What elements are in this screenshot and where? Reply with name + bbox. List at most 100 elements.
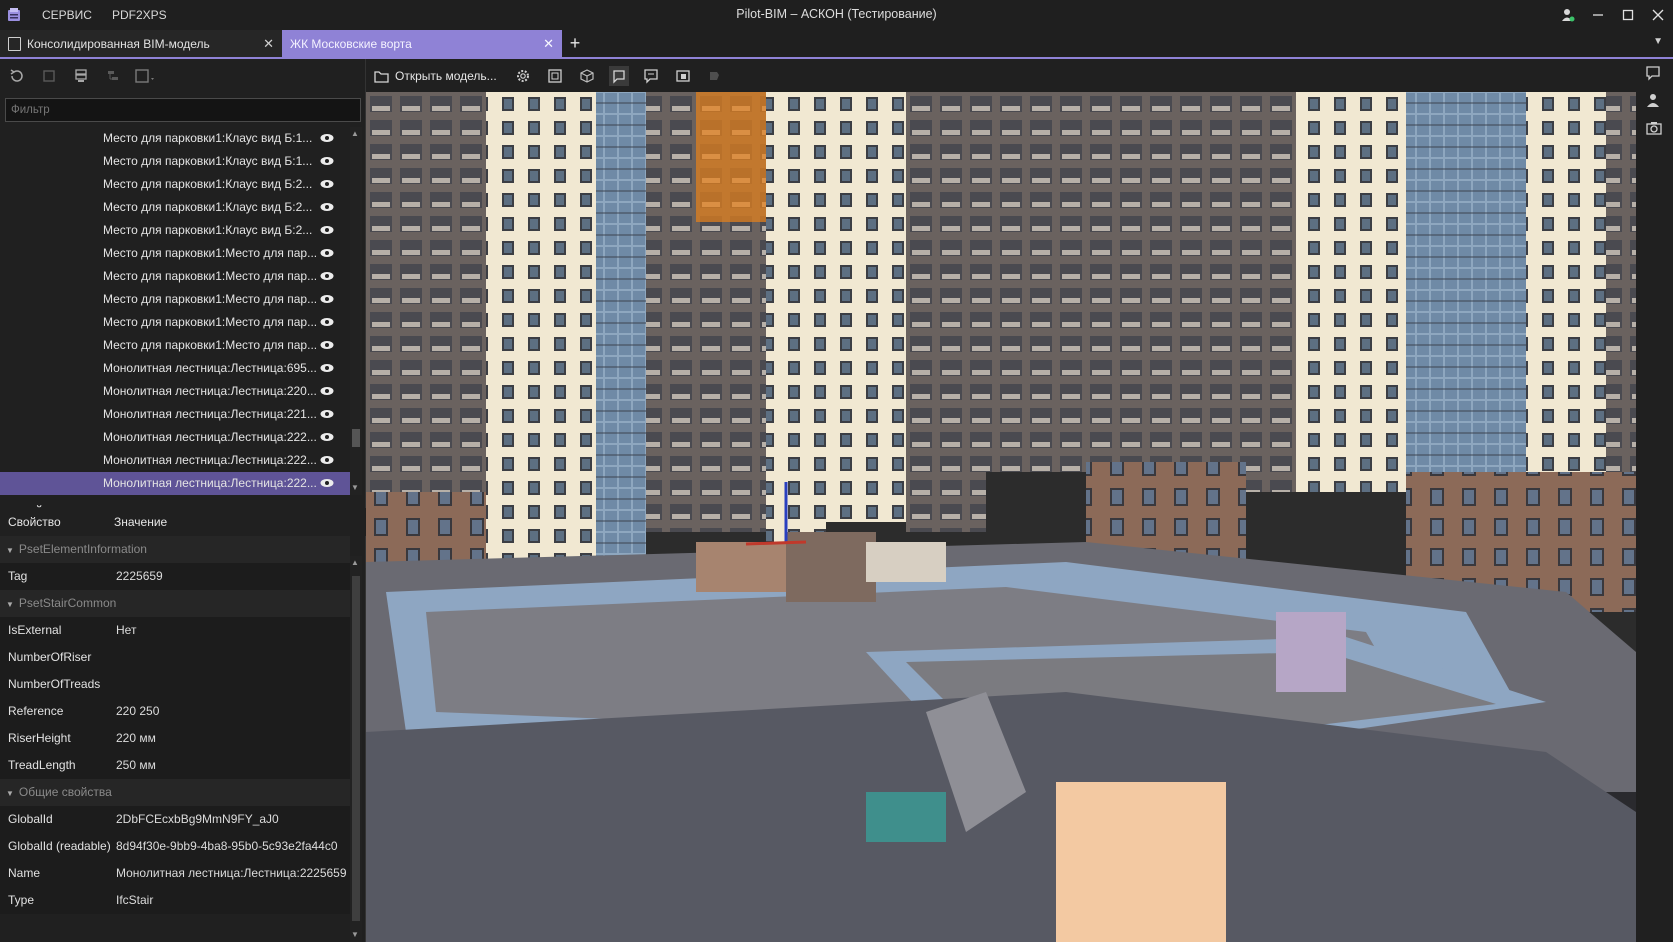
tab-consolidated-bim-model[interactable]: Консолидированная BIM-модель ✕ (0, 30, 282, 57)
scrollbar-thumb[interactable] (352, 576, 360, 921)
tab-list-chevron-down-icon[interactable]: ▼ (1653, 36, 1663, 47)
close-tab-icon[interactable]: ✕ (543, 36, 554, 52)
add-tab-button[interactable]: + (562, 30, 588, 57)
fit-view-icon[interactable] (545, 66, 565, 86)
tree-scrollbar[interactable]: ▲ ▼ (350, 127, 362, 495)
property-group[interactable]: ▼ PsetElementInformation (0, 536, 350, 563)
maximize-button[interactable] (1613, 0, 1643, 30)
property-key: GlobalId (8, 812, 53, 826)
property-row[interactable]: IsExternal Нет (0, 617, 350, 644)
scroll-up-icon[interactable]: ▲ (351, 129, 359, 138)
hide-icon[interactable] (705, 66, 725, 86)
section-box-icon[interactable] (608, 65, 629, 86)
expand-chevron-icon[interactable]: ▼ (6, 780, 14, 807)
tree-item-label: Монолитная лестница:Лестница:222... (103, 453, 317, 467)
refresh-icon[interactable] (6, 65, 28, 87)
view-mode-icon[interactable] (134, 65, 156, 87)
tree-toolbar (0, 59, 365, 93)
visibility-eye-icon[interactable] (320, 294, 334, 304)
minimize-button[interactable] (1583, 0, 1613, 30)
open-model-button[interactable]: Открыть модель... (374, 69, 501, 83)
visibility-eye-icon[interactable] (320, 455, 334, 465)
tree-item[interactable]: Место для парковки1:Место для пар... (0, 311, 350, 334)
layers-icon[interactable] (70, 65, 92, 87)
property-row[interactable]: Type IfcStair (0, 887, 350, 914)
visibility-eye-icon[interactable] (320, 478, 334, 488)
visibility-eye-icon[interactable] (320, 156, 334, 166)
properties-scrollbar[interactable]: ▲ ▼ (350, 556, 362, 942)
tree-item[interactable]: Место для парковки1:Клаус вид Б:2... (0, 219, 350, 242)
visibility-eye-icon[interactable] (320, 432, 334, 442)
visibility-eye-icon[interactable] (320, 179, 334, 189)
property-value: 8d94f30e-9bb9-4ba8-95b0-5c93e2fa44c0 (116, 839, 338, 853)
user-status-icon[interactable] (1553, 0, 1583, 30)
camera-icon[interactable] (1646, 120, 1662, 139)
visibility-eye-icon[interactable] (320, 409, 334, 419)
expand-chevron-icon[interactable]: ▼ (6, 591, 14, 618)
visibility-eye-icon[interactable] (320, 363, 334, 373)
tree-item[interactable]: Монолитная лестница:Лестница:220... (0, 380, 350, 403)
close-button[interactable] (1643, 0, 1673, 30)
isolate-icon[interactable] (673, 66, 693, 86)
property-row[interactable]: GlobalId (readable) 8d94f30e-9bb9-4ba8-95… (0, 833, 350, 860)
visibility-eye-icon[interactable] (320, 133, 334, 143)
tree-item[interactable]: Монолитная лестница:Лестница:222... (0, 472, 350, 495)
scroll-up-icon[interactable]: ▲ (351, 558, 359, 567)
tree-item[interactable]: Монолитная лестница:Лестница:221... (0, 403, 350, 426)
property-group[interactable]: ▼ Общие свойства (0, 779, 350, 806)
property-row[interactable]: RiserHeight 220 мм (0, 725, 350, 752)
menu-pdf2xps[interactable]: PDF2XPS (102, 0, 177, 30)
property-row[interactable]: NumberOfRiser (0, 644, 350, 671)
tree-item[interactable]: Место для парковки1:Клаус вид Б:2... (0, 196, 350, 219)
visibility-eye-icon[interactable] (320, 340, 334, 350)
settings-gear-icon[interactable] (513, 66, 533, 86)
app-logo-icon[interactable] (6, 7, 22, 23)
tree-item[interactable]: Место для парковки1:Место для пар... (0, 288, 350, 311)
users-icon[interactable] (1646, 92, 1662, 111)
chat-icon[interactable] (1645, 65, 1661, 84)
tree-item[interactable]: Место для парковки1:Клаус вид Б:2... (0, 173, 350, 196)
cube-view-icon[interactable] (577, 66, 597, 86)
visibility-eye-icon[interactable] (320, 317, 334, 327)
visibility-eye-icon[interactable] (320, 248, 334, 258)
property-row[interactable]: Name Монолитная лестница:Лестница:2225659 (0, 860, 350, 887)
property-column-header[interactable]: Свойство (0, 515, 114, 529)
tree-item[interactable]: Монолитная лестница:Лестница:695... (0, 357, 350, 380)
expand-chevron-icon[interactable]: ▼ (6, 537, 14, 564)
property-key: NumberOfTreads (8, 677, 101, 691)
property-row[interactable]: TreadLength 250 мм (0, 752, 350, 779)
viewer-toolbar: Открыть модель... (366, 59, 1673, 92)
scroll-down-icon[interactable]: ▼ (351, 930, 359, 939)
property-row[interactable]: Tag 2225659 (0, 563, 350, 590)
menu-service[interactable]: СЕРВИС (32, 0, 102, 30)
property-value: Монолитная лестница:Лестница:2225659 (116, 866, 347, 880)
title-bar: СЕРВИС PDF2XPS Pilot-BIM – АСКОН (Тестир… (0, 0, 1673, 30)
tree-item[interactable]: Монолитная лестница:Лестница:222... (0, 449, 350, 472)
tree-item[interactable]: Монолитная лестница:Лестница:222... (0, 426, 350, 449)
tree-item[interactable]: Место для парковки1:Клаус вид Б:1... (0, 150, 350, 173)
visibility-eye-icon[interactable] (320, 202, 334, 212)
tree-item[interactable]: Место для парковки1:Клаус вид Б:1... (0, 127, 350, 150)
close-tab-icon[interactable]: ✕ (263, 36, 274, 52)
comment-icon[interactable] (641, 66, 661, 86)
property-row[interactable]: GlobalId 2DbFCEcxbBg9MmN9FY_aJ0 (0, 806, 350, 833)
tree-item[interactable]: Место для парковки1:Место для пар... (0, 334, 350, 357)
filter-input[interactable] (5, 98, 361, 122)
property-row[interactable]: NumberOfTreads (0, 671, 350, 698)
visibility-eye-icon[interactable] (320, 386, 334, 396)
scroll-down-icon[interactable]: ▼ (351, 483, 359, 492)
value-column-header[interactable]: Значение (114, 515, 167, 529)
property-key: IsExternal (8, 623, 62, 637)
property-group[interactable]: ▼ PsetStairCommon (0, 590, 350, 617)
tab-moscow-gates[interactable]: ЖК Московские ворта ✕ (282, 30, 562, 57)
visibility-eye-icon[interactable] (320, 271, 334, 281)
document-icon (8, 36, 21, 51)
hierarchy-icon[interactable] (102, 65, 124, 87)
property-row[interactable]: Reference 220 250 (0, 698, 350, 725)
tree-item[interactable]: Место для парковки1:Место для пар... (0, 265, 350, 288)
tree-item[interactable]: Место для парковки1:Место для пар... (0, 242, 350, 265)
scrollbar-thumb[interactable] (352, 429, 360, 447)
visibility-eye-icon[interactable] (320, 225, 334, 235)
3d-model-viewport[interactable] (366, 92, 1636, 942)
select-all-icon[interactable] (38, 65, 60, 87)
